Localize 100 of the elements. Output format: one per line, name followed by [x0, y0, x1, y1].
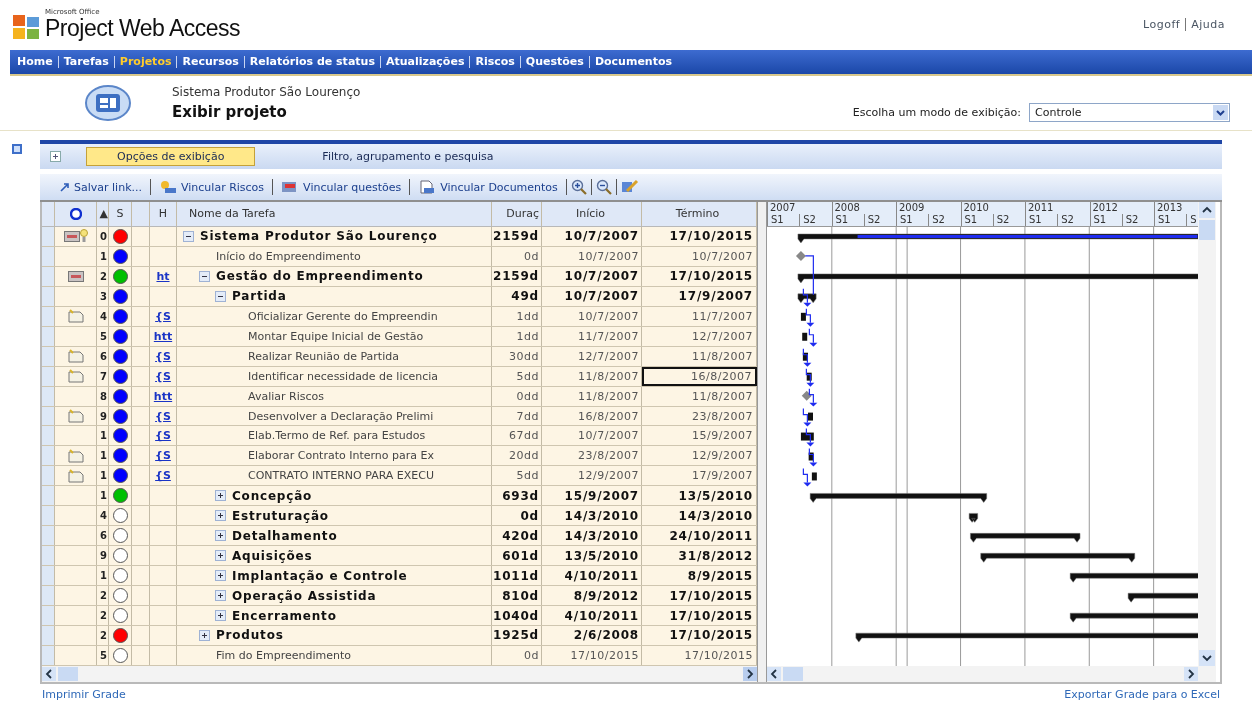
expand-icon[interactable]: [215, 510, 226, 522]
column-header[interactable]: Duraç: [492, 202, 542, 226]
hyperlink[interactable]: htt: [153, 389, 173, 403]
expand-icon[interactable]: [215, 590, 226, 602]
expand-icon[interactable]: [199, 630, 210, 641]
table-row[interactable]: 9 {S Desenvolver a Declaração Prelimi 7dd 16/8/2007 23/8/2007: [42, 406, 757, 427]
collapse-icon[interactable]: [199, 270, 210, 282]
table-row[interactable]: 5 htt Montar Equipe Inicial de Gestão 1dd 11/7/2007 12/7/2007: [42, 326, 757, 347]
hyperlink[interactable]: htt: [153, 329, 173, 343]
table-row[interactable]: 2 ht Gestão do Empreendimento 2159d 10/7/2007 17/10/2015: [42, 266, 757, 287]
scroll-thumb[interactable]: [783, 667, 803, 681]
table-row[interactable]: 3 Partida 49d 10/7/2007 17/9/2007: [42, 286, 757, 307]
table-row[interactable]: 6 {S Realizar Reunião de Partida 30dd 12/7/2007 11/8/2007: [42, 346, 757, 367]
task-id: 9: [97, 546, 109, 566]
row-header[interactable]: [42, 566, 55, 586]
column-header[interactable]: Nome da Tarefa: [177, 202, 492, 226]
toolbar-button[interactable]: Vincular Riscos: [150, 179, 273, 195]
row-header[interactable]: [42, 606, 55, 625]
nav-link[interactable]: Documentos: [588, 56, 678, 68]
column-header[interactable]: ▲: [97, 202, 109, 226]
nav-link[interactable]: Recursos: [176, 56, 244, 68]
row-header[interactable]: [42, 446, 55, 466]
hyperlink[interactable]: {S: [155, 469, 171, 483]
view-select[interactable]: Controle: [1029, 102, 1230, 122]
row-header[interactable]: [42, 426, 55, 446]
row-header[interactable]: [42, 526, 55, 546]
table-row[interactable]: 1 Concepção 693d 15/9/2007 13/5/2010: [42, 486, 757, 507]
hyperlink[interactable]: ht: [156, 269, 170, 283]
table-row[interactable]: 4 Estruturação 0d 14/3/2010 14/3/2010: [42, 506, 757, 527]
nav-link[interactable]: Atualizações: [379, 56, 470, 68]
column-header[interactable]: S: [109, 202, 132, 226]
table-row[interactable]: 1 Início do Empreendimento 0d 10/7/2007 10/7/2007: [42, 246, 757, 267]
table-row[interactable]: 7 {S Identificar necessidade de licencia 5dd 11/8/2007 16/8/2007: [42, 366, 757, 387]
row-header[interactable]: [42, 586, 55, 606]
table-row[interactable]: 1 {S Elaborar Contrato Interno para Ex 20dd 23/8/2007 12/9/2007: [42, 446, 757, 467]
column-header[interactable]: Início: [542, 202, 642, 226]
toolbar-button[interactable]: Salvar link...: [52, 179, 150, 195]
expand-icon[interactable]: [215, 490, 226, 502]
table-row[interactable]: 4 {S Oficializar Gerente do Empreendin 1dd 10/7/2007 11/7/2007: [42, 306, 757, 327]
toolbar-button[interactable]: Vincular Documentos: [409, 179, 566, 195]
table-row[interactable]: 1 {S CONTRATO INTERNO PARA EXECU 5dd 12/9/2007 17/9/2007: [42, 466, 757, 487]
row-header[interactable]: [42, 466, 55, 486]
vertical-scrollbar[interactable]: [1198, 202, 1216, 682]
panel-toggle-icon[interactable]: [12, 144, 22, 154]
nav-link[interactable]: Riscos: [469, 56, 520, 68]
table-row[interactable]: 8 htt Avaliar Riscos 0dd 11/8/2007 11/8/2007: [42, 386, 757, 407]
table-row[interactable]: 1 {S Elab.Termo de Ref. para Estudos 67dd 10/7/2007 15/9/2007: [42, 426, 757, 447]
table-row[interactable]: 0 Sistema Produtor São Lourenço 2159d 10/7/2007 17/10/2015: [42, 226, 757, 247]
expand-icon[interactable]: [215, 610, 226, 622]
print-grid-link[interactable]: Imprimir Grade: [42, 688, 126, 701]
scroll-left-icon[interactable]: [42, 667, 56, 681]
hyperlink[interactable]: {S: [155, 409, 171, 423]
row-header[interactable]: [42, 486, 55, 506]
hyperlink[interactable]: {S: [155, 309, 171, 323]
table-row[interactable]: 2 Operação Assistida 810d 8/9/2012 17/10/2015: [42, 586, 757, 607]
table-row[interactable]: 5 Fim do Empreendimento 0d 17/10/2015 17/10/2015: [42, 645, 757, 666]
table-row[interactable]: 6 Detalhamento 420d 14/3/2010 24/10/2011: [42, 526, 757, 547]
toolbar-button[interactable]: Vincular questões: [272, 179, 410, 195]
table-row[interactable]: 9 Aquisições 601d 13/5/2010 31/8/2012: [42, 546, 757, 567]
expand-icon[interactable]: [215, 550, 226, 562]
expand-icon[interactable]: [215, 530, 226, 542]
horizontal-scrollbar[interactable]: [767, 666, 1198, 682]
row-header[interactable]: [42, 506, 55, 526]
nav-link[interactable]: Tarefas: [57, 56, 114, 68]
header-link[interactable]: Logoff: [1138, 17, 1186, 31]
nav-link[interactable]: Relatórios de status: [243, 56, 380, 68]
hyperlink[interactable]: {S: [155, 349, 171, 363]
header-link[interactable]: Ajuda: [1185, 17, 1230, 31]
scroll-up-icon[interactable]: [1199, 202, 1215, 218]
scroll-right-icon[interactable]: [1184, 667, 1198, 681]
scroll-thumb[interactable]: [58, 667, 78, 681]
task-id: 1: [97, 466, 109, 486]
expand-icon[interactable]: [215, 570, 226, 582]
options-tab[interactable]: Opções de exibição: [86, 147, 256, 166]
row-header[interactable]: [42, 626, 55, 645]
nav-link[interactable]: Home: [12, 56, 58, 68]
scroll-right-icon[interactable]: [743, 667, 757, 681]
nav-link[interactable]: Questões: [519, 56, 589, 68]
task-id: 1: [97, 566, 109, 586]
task-name: Elaborar Contrato Interno para Ex: [248, 449, 434, 463]
scroll-thumb[interactable]: [1199, 220, 1215, 240]
horizontal-scrollbar[interactable]: [42, 666, 757, 682]
task-bar: [808, 412, 813, 421]
hyperlink[interactable]: {S: [155, 429, 171, 443]
expand-options-icon[interactable]: [50, 151, 61, 162]
scroll-down-icon[interactable]: [1199, 650, 1215, 666]
scroll-left-icon[interactable]: [767, 667, 781, 681]
table-row[interactable]: 1 Implantação e Controle 1011d 4/10/2011 8/9/2015: [42, 566, 757, 587]
collapse-icon[interactable]: [215, 290, 226, 302]
options-tab[interactable]: Filtro, agrupamento e pesquisa: [291, 147, 525, 166]
column-header[interactable]: H: [150, 202, 177, 226]
duration-cell: 420d: [492, 526, 542, 546]
collapse-icon[interactable]: [183, 230, 194, 242]
row-header[interactable]: [42, 546, 55, 566]
nav-link[interactable]: Projetos: [113, 56, 177, 68]
table-row[interactable]: 2 Produtos 1925d 2/6/2008 17/10/2015: [42, 626, 757, 646]
export-excel-link[interactable]: Exportar Grade para o Excel: [1064, 688, 1220, 701]
hyperlink[interactable]: {S: [155, 449, 171, 463]
table-row[interactable]: 2 Encerramento 1040d 4/10/2011 17/10/2015: [42, 606, 757, 626]
hyperlink[interactable]: {S: [155, 369, 171, 383]
